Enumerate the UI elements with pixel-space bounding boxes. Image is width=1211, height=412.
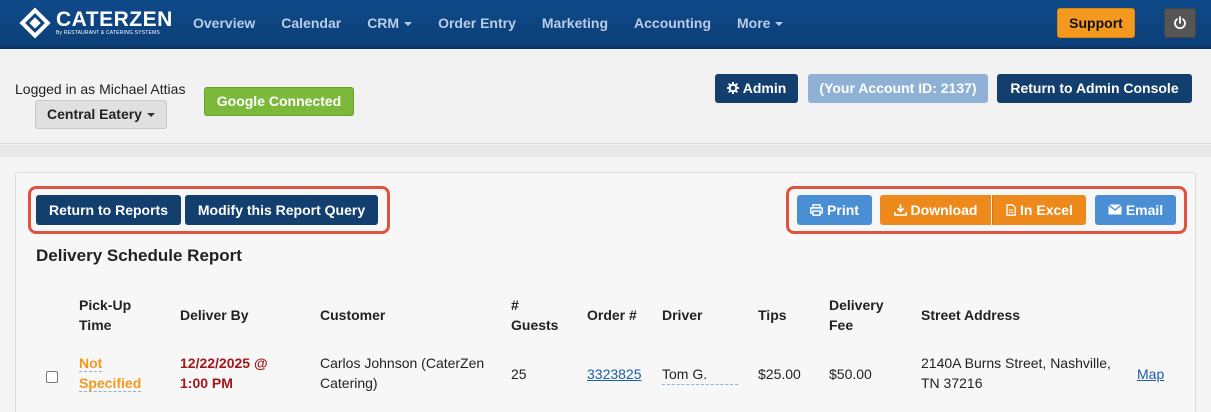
chevron-down-icon <box>146 113 155 118</box>
logo-diamond-icon <box>19 7 51 39</box>
admin-button[interactable]: Admin <box>715 74 798 103</box>
customer-line1: Carlos Johnson (CaterZen <box>320 355 485 371</box>
delivery-fee-value: $50.00 <box>829 366 872 382</box>
chevron-down-icon <box>775 22 784 27</box>
row-select-checkbox[interactable] <box>46 371 58 383</box>
nav-marketing[interactable]: Marketing <box>542 15 608 31</box>
column-header-driver[interactable]: Driver <box>662 305 702 325</box>
nav-crm-label: CRM <box>367 15 400 31</box>
pickup-header-line2: Time <box>79 317 112 333</box>
deliver-line2: 1:00 PM <box>180 375 233 391</box>
nav-crm[interactable]: CRM <box>367 15 413 31</box>
nav-accounting[interactable]: Accounting <box>634 15 711 31</box>
power-icon <box>1174 16 1186 30</box>
return-to-reports-button[interactable]: Return to Reports <box>36 195 181 225</box>
nav-more[interactable]: More <box>737 15 784 31</box>
location-dropdown[interactable]: Central Eatery <box>35 100 167 129</box>
guests-header-line1: # <box>511 297 519 313</box>
section-divider <box>0 145 1211 157</box>
file-icon <box>1006 203 1016 216</box>
email-button[interactable]: Email <box>1095 195 1176 225</box>
guests-value: 25 <box>511 366 527 382</box>
deliver-line1: 12/22/2025 @ <box>180 355 268 371</box>
top-nav-bar: CATERZEN By RESTAURANT & CATERING SYSTEM… <box>0 0 1211 49</box>
download-button[interactable]: Download <box>880 195 991 225</box>
logo-tagline: By RESTAURANT & CATERING SYSTEMS <box>56 30 160 36</box>
logo-name: CATERZEN <box>56 8 173 31</box>
fee-header-line2: Fee <box>829 317 854 333</box>
nav-more-label: More <box>737 15 771 31</box>
driver-name: Tom G. <box>662 364 738 385</box>
account-header: Logged in as Michael Attias Central Eate… <box>0 49 1211 144</box>
gear-icon <box>726 81 739 94</box>
customer-value: Carlos Johnson (CaterZen Catering) <box>320 353 484 393</box>
print-button[interactable]: Print <box>797 195 872 225</box>
modify-report-query-button[interactable]: Modify this Report Query <box>185 195 378 225</box>
fee-header-line1: Delivery <box>829 297 884 313</box>
account-id-button[interactable]: (Your Account ID: 2137) <box>808 74 988 103</box>
pickup-line1: Not <box>79 355 103 372</box>
pickup-time-value[interactable]: Not Specified <box>79 353 142 393</box>
report-title: Delivery Schedule Report <box>36 246 242 265</box>
main-nav: Overview Calendar CRM Order Entry Market… <box>180 0 796 46</box>
envelope-icon <box>1107 204 1122 215</box>
in-excel-label: In Excel <box>1020 202 1073 218</box>
deliver-by-value: 12/22/2025 @ 1:00 PM <box>180 353 268 393</box>
customer-line2: Catering) <box>320 375 378 391</box>
pickup-header-line1: Pick-Up <box>79 297 132 313</box>
logout-button[interactable] <box>1164 8 1196 38</box>
nav-order-entry[interactable]: Order Entry <box>438 15 516 31</box>
logged-in-text: Logged in as Michael Attias <box>15 81 186 97</box>
column-header-deliver-by[interactable]: Deliver By <box>180 305 248 325</box>
street-address-value: 2140A Burns Street, Nashville, TN 37216 <box>921 353 1111 393</box>
chevron-down-icon <box>404 22 413 27</box>
column-header-guests[interactable]: # Guests <box>511 295 558 335</box>
print-label: Print <box>827 202 859 218</box>
in-excel-button[interactable]: In Excel <box>992 195 1086 225</box>
email-label: Email <box>1125 202 1164 218</box>
return-to-admin-console-button[interactable]: Return to Admin Console <box>997 74 1192 103</box>
printer-icon <box>810 203 823 216</box>
pickup-line2: Specified <box>79 375 142 392</box>
nav-calendar[interactable]: Calendar <box>281 15 341 31</box>
column-header-delivery-fee[interactable]: Delivery Fee <box>829 295 883 335</box>
support-button[interactable]: Support <box>1057 8 1135 38</box>
download-icon <box>893 204 907 216</box>
map-link[interactable]: Map <box>1137 364 1164 384</box>
google-connected-button[interactable]: Google Connected <box>204 87 354 116</box>
caterzen-logo[interactable]: CATERZEN By RESTAURANT & CATERING SYSTEM… <box>19 7 173 39</box>
column-header-street-address[interactable]: Street Address <box>921 305 1020 325</box>
driver-value[interactable]: Tom G. <box>662 364 738 385</box>
download-label: Download <box>910 202 978 218</box>
column-header-order[interactable]: Order # <box>587 305 637 325</box>
column-header-tips[interactable]: Tips <box>758 305 787 325</box>
order-number-link[interactable]: 3323825 <box>587 364 642 384</box>
location-label: Central Eatery <box>47 106 142 122</box>
column-header-pickup-time[interactable]: Pick-Up Time <box>79 295 131 335</box>
nav-overview[interactable]: Overview <box>193 15 255 31</box>
address-line1: 2140A Burns Street, Nashville, <box>921 355 1111 371</box>
address-line2: TN 37216 <box>921 375 983 391</box>
admin-label: Admin <box>742 80 787 96</box>
column-header-customer[interactable]: Customer <box>320 305 385 325</box>
tips-value: $25.00 <box>758 366 801 382</box>
guests-header-line2: Guests <box>511 317 559 333</box>
